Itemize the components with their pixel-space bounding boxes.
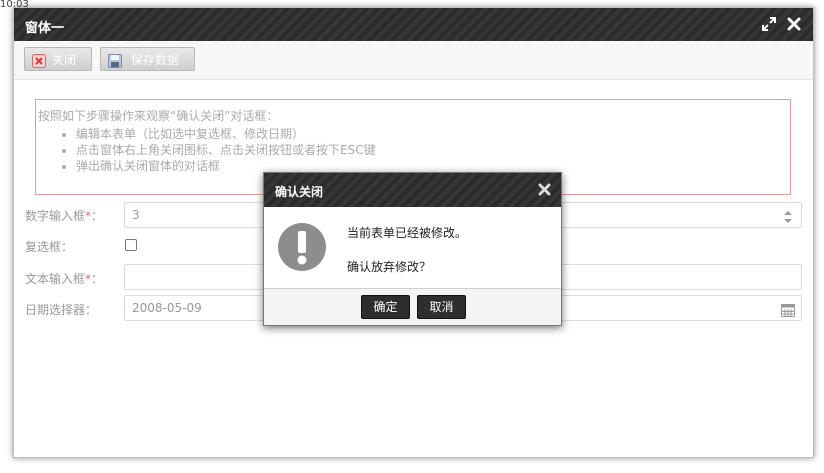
dialog-message-line2: 确认放弃修改？ xyxy=(347,260,432,274)
cancel-button[interactable]: 取消 xyxy=(417,295,466,319)
dialog-message-line1: 当前表单已经被修改。 xyxy=(347,226,468,240)
dialog-header: 确认关闭 xyxy=(264,173,561,207)
dialog-footer: 确定 取消 xyxy=(264,288,561,325)
confirm-close-dialog: 确认关闭 当前表单已经被修改。 确认放弃修改？ 确定 取消 xyxy=(263,172,562,326)
dialog-body: 当前表单已经被修改。 确认放弃修改？ xyxy=(264,207,561,290)
warning-icon xyxy=(277,222,327,272)
dialog-close-icon[interactable] xyxy=(538,183,551,196)
ok-button[interactable]: 确定 xyxy=(361,295,410,319)
dialog-title: 确认关闭 xyxy=(275,185,324,199)
